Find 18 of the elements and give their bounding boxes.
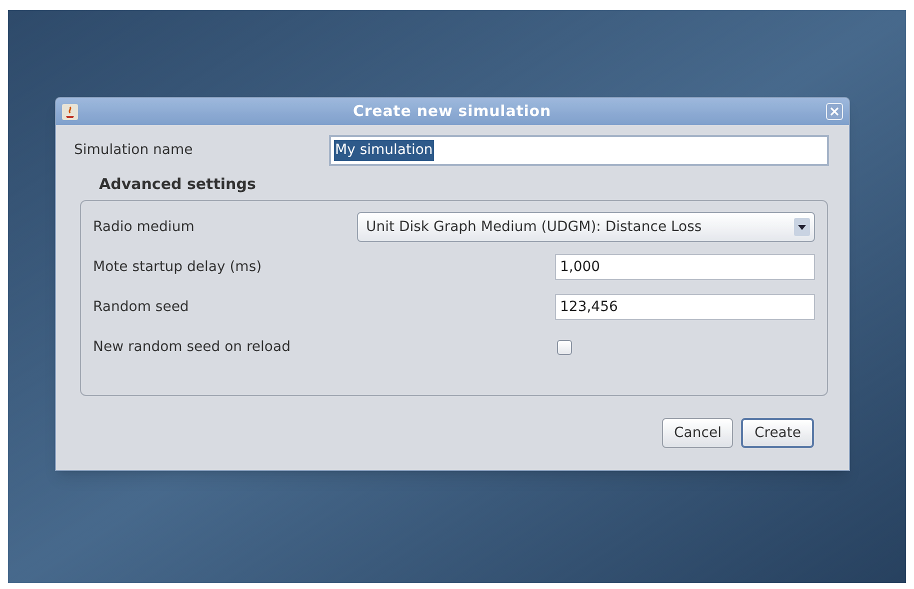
field-label: Random seed: [93, 298, 189, 316]
field-label: Radio medium: [93, 218, 194, 236]
group-title: Advanced settings: [99, 175, 256, 193]
text-field[interactable]: 123,456: [555, 294, 815, 320]
close-button[interactable]: [826, 103, 843, 120]
dialog-button[interactable]: Create: [741, 418, 814, 448]
radio-medium-dropdown[interactable]: Unit Disk Graph Medium (UDGM): Distance Loss: [357, 212, 815, 242]
dialog-button[interactable]: Cancel: [662, 418, 734, 448]
simulation-name-field[interactable]: My simulation: [329, 135, 829, 166]
window-title: Create new simulation: [352, 101, 551, 122]
text-field[interactable]: 1,000: [555, 254, 815, 280]
checkbox[interactable]: [557, 340, 572, 354]
field-label: Simulation name: [74, 141, 193, 160]
close-icon: [830, 107, 839, 116]
field-label: New random seed on reload: [93, 338, 290, 356]
app-icon: [62, 104, 78, 120]
field-value: My simulation: [334, 140, 434, 161]
field-label: Mote startup delay (ms): [93, 258, 262, 276]
